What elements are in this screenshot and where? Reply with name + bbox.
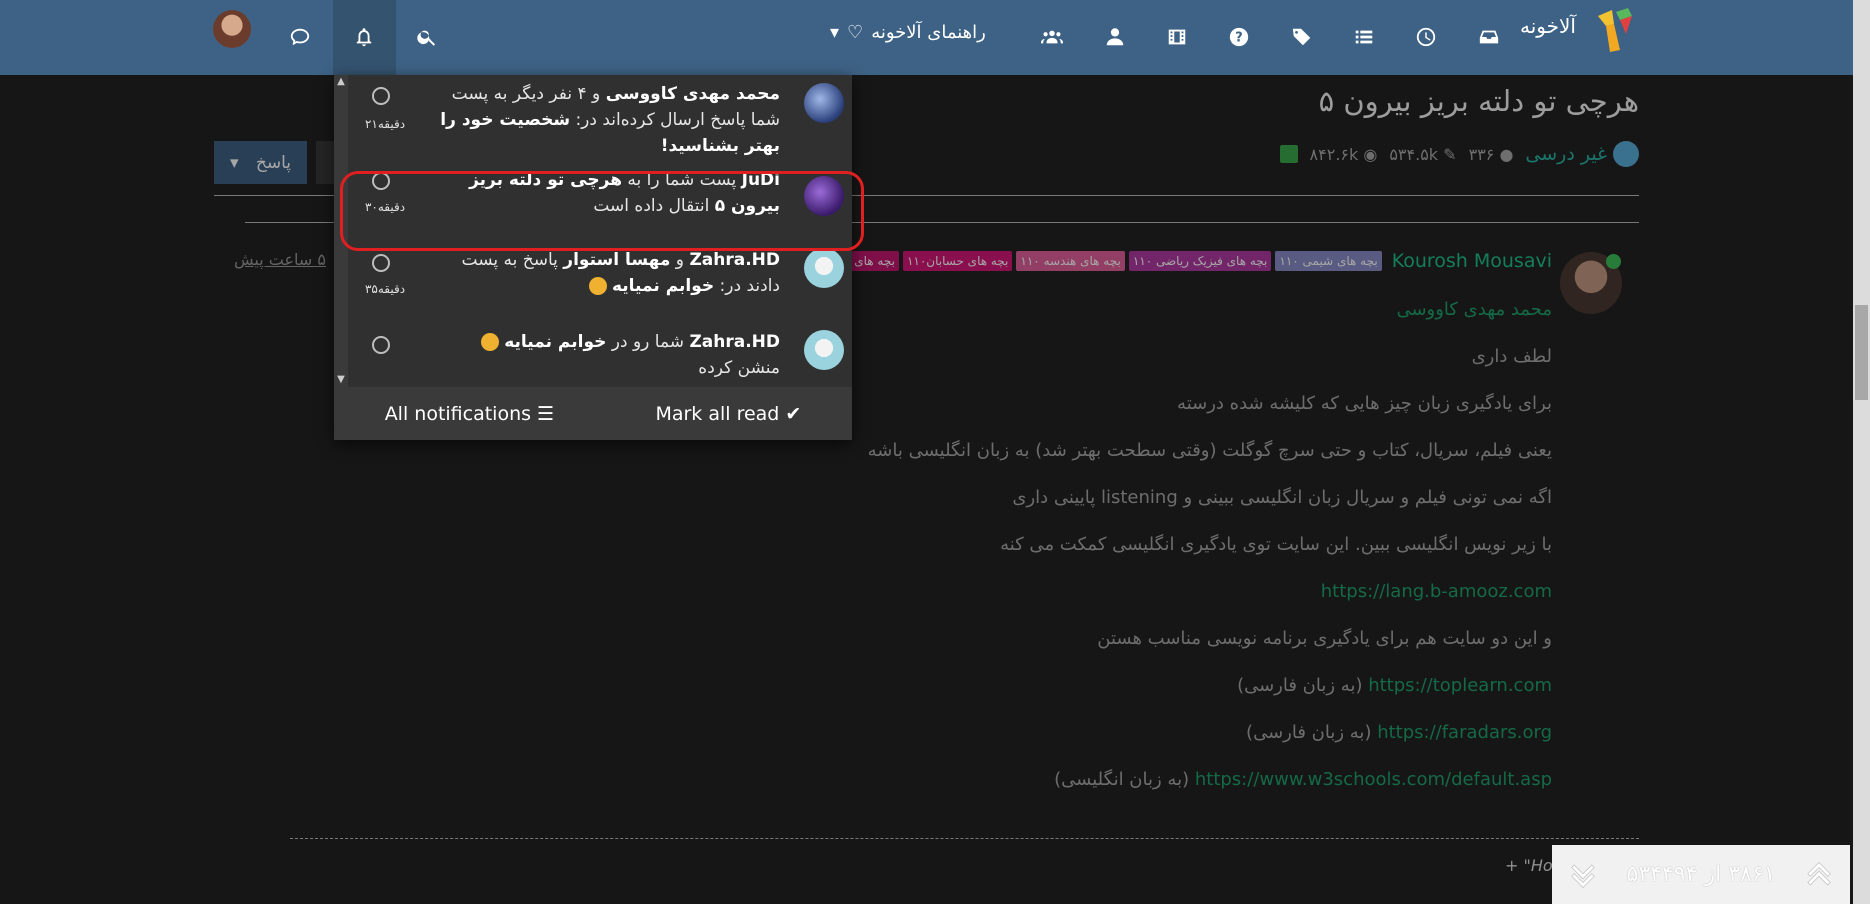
- bell-icon[interactable]: [347, 20, 381, 54]
- user-icon[interactable]: [1098, 20, 1132, 54]
- tags-icon[interactable]: [1285, 20, 1319, 54]
- all-notifications-link[interactable]: All notifications ☰: [385, 403, 554, 425]
- notification-text: محمد مهدی کاووسی و ۴ نفر دیگر به پست شما…: [440, 84, 780, 156]
- caret-down-icon: ▾: [830, 22, 840, 43]
- notifications-dropdown: ▲ ▼ محمد مهدی کاووسی و ۴ نفر دیگر به پست…: [334, 75, 852, 440]
- notification-item[interactable]: Zahra.HD و مهسا استوار پاسخ به پست دادند…: [352, 242, 852, 324]
- chevrons-up-icon[interactable]: [1804, 860, 1834, 890]
- mark-read-radio[interactable]: [372, 336, 390, 354]
- brand-logo[interactable]: [1592, 6, 1634, 56]
- list-icon: ☰: [537, 402, 555, 425]
- double-check-icon: ✔: [785, 402, 802, 425]
- notification-time: ۳۵دقیقه: [364, 282, 406, 296]
- chevrons-down-icon[interactable]: [1568, 860, 1598, 890]
- pager-text: ۳۸۶۱ از ۵۳۴۴۹۴: [1626, 862, 1776, 887]
- notification-text: Zahra.HD شما رو در خوابم نمیایه منشن کرد…: [440, 329, 780, 381]
- chat-icon[interactable]: [283, 20, 317, 54]
- post-pager: ۳۸۶۱ از ۵۳۴۴۹۴: [1552, 845, 1850, 904]
- sleepy-emoji-icon: [480, 333, 499, 351]
- mark-all-read-button[interactable]: Mark all read ✔: [655, 403, 801, 425]
- mark-read-radio[interactable]: [372, 254, 390, 272]
- search-icon[interactable]: [410, 20, 444, 54]
- clock-icon[interactable]: [1409, 20, 1443, 54]
- top-navbar: ▾ ♡ راهنمای آلاخونه ? آلاخونه: [0, 0, 1853, 75]
- backdrop-overlay[interactable]: [0, 75, 1853, 904]
- scroll-down-arrow-icon[interactable]: ▼: [334, 373, 348, 387]
- guide-menu[interactable]: ▾ ♡ راهنمای آلاخونه: [830, 22, 986, 43]
- mark-read-radio[interactable]: [372, 87, 390, 105]
- inbox-icon[interactable]: [1472, 20, 1506, 54]
- guide-label: راهنمای آلاخونه: [871, 22, 986, 43]
- film-icon[interactable]: [1160, 20, 1194, 54]
- notifications-footer: All notifications ☰ Mark all read ✔: [334, 387, 852, 440]
- help-icon[interactable]: ?: [1222, 20, 1256, 54]
- user-avatar[interactable]: [213, 10, 251, 48]
- highlight-annotation: [340, 171, 864, 251]
- notification-time: ۲۱دقیقه: [364, 117, 406, 131]
- heart-icon: ♡: [847, 22, 864, 43]
- scrollbar-thumb[interactable]: [1855, 305, 1868, 400]
- notification-avatar: [804, 83, 844, 123]
- notification-item[interactable]: محمد مهدی کاووسی و ۴ نفر دیگر به پست شما…: [352, 75, 852, 160]
- groups-icon[interactable]: [1035, 20, 1069, 54]
- list-icon[interactable]: [1347, 20, 1381, 54]
- notification-text: Zahra.HD و مهسا استوار پاسخ به پست دادند…: [461, 250, 780, 296]
- page-scrollbar[interactable]: [1853, 0, 1870, 904]
- sleepy-emoji-icon: [588, 277, 607, 295]
- scroll-up-arrow-icon[interactable]: ▲: [334, 75, 348, 89]
- notification-item[interactable]: Zahra.HD شما رو در خوابم نمیایه منشن کرد…: [352, 324, 852, 387]
- notification-avatar: [804, 330, 844, 370]
- notification-avatar: [804, 248, 844, 288]
- svg-text:?: ?: [1235, 31, 1242, 46]
- brand-name[interactable]: آلاخونه: [1520, 14, 1576, 38]
